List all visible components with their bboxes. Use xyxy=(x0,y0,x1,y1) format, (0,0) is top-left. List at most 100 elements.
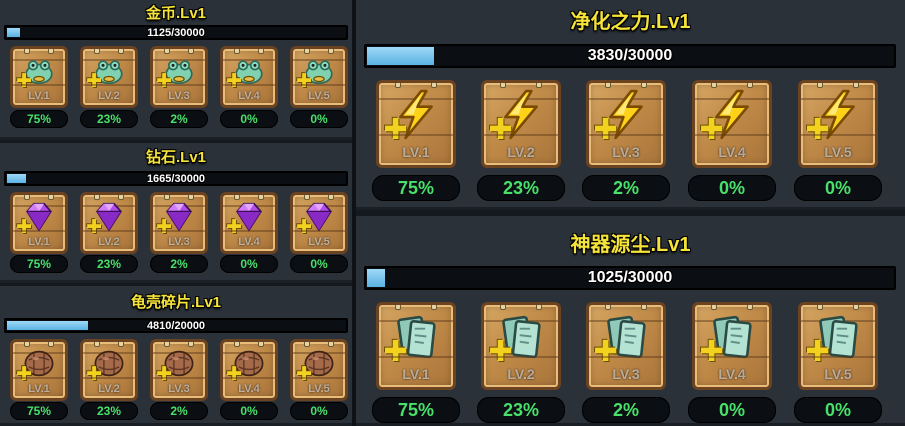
chance-percent: 23% xyxy=(477,175,565,201)
progress-text: 1665/30000 xyxy=(146,172,206,185)
rope-knot-icon xyxy=(640,305,647,310)
chance-percent: 0% xyxy=(688,175,776,201)
level-slot-2[interactable]: ✚ LV.2 23% xyxy=(477,80,565,201)
puzzle-piece-icon: ✚ xyxy=(593,113,618,146)
level-slot-4[interactable]: ✚ LV.4 0% xyxy=(688,302,776,423)
rope-knot-icon xyxy=(430,83,437,88)
level-slot-2[interactable]: ✚ LV.2 23% xyxy=(80,339,138,420)
wooden-frame: ✚ LV.4 xyxy=(220,339,278,401)
level-slot-5[interactable]: ✚ LV.5 0% xyxy=(290,192,348,273)
wooden-frame: ✚ LV.4 xyxy=(220,46,278,108)
rope-knot-icon xyxy=(817,83,824,88)
level-slot-1[interactable]: ✚ LV.1 75% xyxy=(10,339,68,420)
chance-percent: 0% xyxy=(220,110,278,128)
puzzle-piece-icon: ✚ xyxy=(383,335,408,368)
progress-bar: 4810/20000 xyxy=(4,318,348,333)
chance-percent: 23% xyxy=(80,255,138,273)
level-slot-5[interactable]: ✚ LV.5 0% xyxy=(794,302,882,423)
wooden-frame: ✚ LV.4 xyxy=(220,192,278,254)
panel-artifact: 神器源尘.Lv1 1025/30000 ✚ LV.1 75% ✚ LV.2 23% ✚ LV… xyxy=(356,216,905,426)
level-label: LV.2 xyxy=(507,366,535,383)
level-slot-3[interactable]: ✚ LV.3 2% xyxy=(582,302,670,423)
wooden-frame: ✚ LV.2 xyxy=(80,46,138,108)
wooden-frame: ✚ LV.2 xyxy=(481,80,561,168)
progress-bar: 3830/30000 xyxy=(364,44,896,68)
level-slot-1[interactable]: ✚ LV.1 75% xyxy=(10,192,68,273)
level-slot-4[interactable]: ✚ LV.4 0% xyxy=(220,339,278,420)
puzzle-piece-icon: ✚ xyxy=(699,335,724,368)
level-label: LV.5 xyxy=(824,144,852,161)
level-slot-1[interactable]: ✚ LV.1 75% xyxy=(372,80,460,201)
wooden-frame: ✚ LV.3 xyxy=(150,339,208,401)
chance-percent: 0% xyxy=(220,255,278,273)
wooden-frame: ✚ LV.1 xyxy=(10,339,68,401)
chance-percent: 75% xyxy=(10,255,68,273)
level-slot-3[interactable]: ✚ LV.3 2% xyxy=(150,339,208,420)
level-label: LV.3 xyxy=(168,382,190,395)
panel-diamond: 钻石.Lv1 1665/30000 ✚ LV.1 75% ✚ LV.2 23% ✚ LV.3… xyxy=(0,143,352,283)
rope-knot-icon xyxy=(395,305,402,310)
puzzle-piece-icon: ✚ xyxy=(383,113,408,146)
level-slot-2[interactable]: ✚ LV.2 23% xyxy=(477,302,565,423)
panel-title: 净化之力.Lv1 xyxy=(570,11,691,33)
level-label: LV.5 xyxy=(308,382,330,395)
level-label: LV.3 xyxy=(612,144,640,161)
chance-percent: 0% xyxy=(794,397,882,423)
rope-knot-icon xyxy=(640,83,647,88)
chance-percent: 0% xyxy=(794,175,882,201)
level-label: LV.5 xyxy=(308,235,330,248)
chance-percent: 2% xyxy=(150,402,208,420)
level-slot-5[interactable]: ✚ LV.5 0% xyxy=(290,339,348,420)
level-slot-1[interactable]: ✚ LV.1 75% xyxy=(10,46,68,128)
wooden-frame: ✚ LV.3 xyxy=(586,80,666,168)
level-label: LV.1 xyxy=(28,89,50,102)
panel-title: 神器源尘.Lv1 xyxy=(570,234,691,256)
level-slot-5[interactable]: ✚ LV.5 0% xyxy=(794,80,882,201)
panel-title: 龟壳碎片.Lv1 xyxy=(130,294,221,311)
rope-knot-icon xyxy=(500,83,507,88)
chance-percent: 0% xyxy=(220,402,278,420)
level-label: LV.5 xyxy=(824,366,852,383)
chance-percent: 23% xyxy=(80,402,138,420)
wooden-frame: ✚ LV.5 xyxy=(798,80,878,168)
wooden-frame: ✚ LV.4 xyxy=(692,302,772,390)
puzzle-piece-icon: ✚ xyxy=(805,335,830,368)
level-slot-2[interactable]: ✚ LV.2 23% xyxy=(80,192,138,273)
panel-gold: 金币.Lv1 1125/30000 ✚ LV.1 75% ✚ LV.2 23% ✚ LV.3… xyxy=(0,0,352,140)
wooden-frame: ✚ LV.4 xyxy=(692,80,772,168)
level-slot-3[interactable]: ✚ LV.3 2% xyxy=(150,192,208,273)
wooden-frame: ✚ LV.5 xyxy=(290,192,348,254)
level-label: LV.2 xyxy=(98,235,120,248)
level-label: LV.1 xyxy=(402,144,430,161)
chance-percent: 2% xyxy=(150,110,208,128)
level-slot-4[interactable]: ✚ LV.4 0% xyxy=(688,80,776,201)
rope-knot-icon xyxy=(535,305,542,310)
chance-percent: 0% xyxy=(290,110,348,128)
chance-percent: 23% xyxy=(80,110,138,128)
level-label: LV.1 xyxy=(28,235,50,248)
level-slot-5[interactable]: ✚ LV.5 0% xyxy=(290,46,348,128)
puzzle-piece-icon: ✚ xyxy=(593,335,618,368)
level-label: LV.1 xyxy=(402,366,430,383)
level-slot-1[interactable]: ✚ LV.1 75% xyxy=(372,302,460,423)
level-slot-4[interactable]: ✚ LV.4 0% xyxy=(220,192,278,273)
rope-knot-icon xyxy=(500,305,507,310)
rope-knot-icon xyxy=(852,305,859,310)
level-label: LV.2 xyxy=(98,89,120,102)
level-slot-4[interactable]: ✚ LV.4 0% xyxy=(220,46,278,128)
panel-title: 金币.Lv1 xyxy=(145,5,206,22)
puzzle-piece-icon: ✚ xyxy=(805,113,830,146)
level-label: LV.3 xyxy=(612,366,640,383)
level-slot-2[interactable]: ✚ LV.2 23% xyxy=(80,46,138,128)
level-label: LV.4 xyxy=(238,382,260,395)
progress-text: 1025/30000 xyxy=(587,269,673,286)
chance-percent: 75% xyxy=(372,397,460,423)
chance-percent: 75% xyxy=(10,402,68,420)
rope-knot-icon xyxy=(605,305,612,310)
level-slot-3[interactable]: ✚ LV.3 2% xyxy=(582,80,670,201)
level-label: LV.4 xyxy=(238,235,260,248)
chance-percent: 0% xyxy=(290,402,348,420)
level-slot-3[interactable]: ✚ LV.3 2% xyxy=(150,46,208,128)
level-label: LV.5 xyxy=(308,89,330,102)
chance-percent: 0% xyxy=(290,255,348,273)
